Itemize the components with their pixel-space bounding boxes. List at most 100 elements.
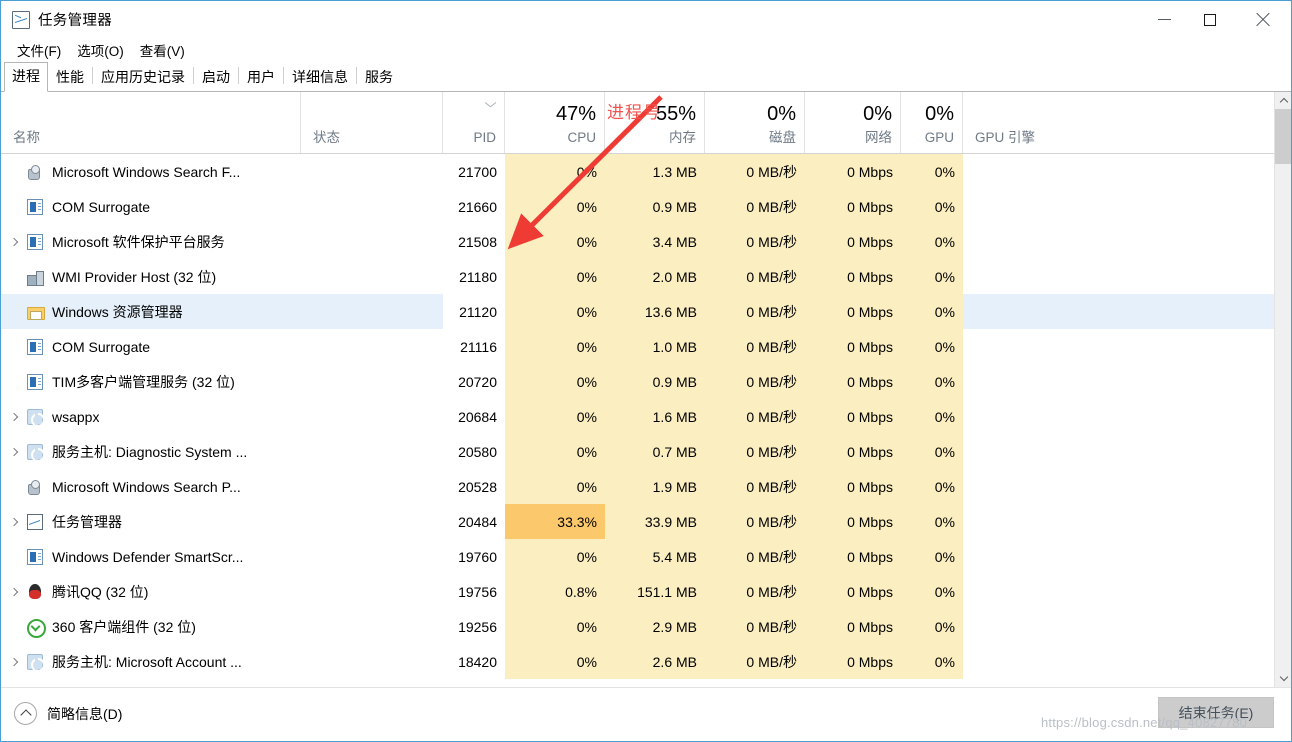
watermark-text: https://blog.csdn.net/qq_40827780: [1041, 715, 1248, 730]
column-summary-gpueng: [963, 103, 1291, 129]
expand-chevron-icon[interactable]: [1, 504, 27, 539]
menu-item-options[interactable]: 选项(O): [69, 38, 132, 62]
table-row[interactable]: Microsoft Windows Search F... 21700 0% 1.3 …: [1, 154, 1291, 189]
tab-startup[interactable]: 启动: [194, 63, 238, 92]
column-label-name: 名称: [13, 130, 40, 145]
scroll-down-arrow-icon[interactable]: [1275, 670, 1291, 687]
tab-services[interactable]: 服务: [357, 63, 401, 92]
close-button[interactable]: [1233, 1, 1291, 38]
process-name: 服务主机: Diagnostic System ...: [52, 443, 248, 460]
cell-gpu: 0%: [901, 294, 963, 329]
cell-status: [301, 644, 443, 679]
table-row[interactable]: Windows Defender SmartScr... 19760 0% 5.4 M…: [1, 539, 1291, 574]
expand-chevron-icon[interactable]: [1, 644, 27, 679]
tab-app-history[interactable]: 应用历史记录: [93, 63, 193, 92]
search-indexer-icon: [27, 479, 43, 495]
cell-name: 腾讯QQ (32 位): [1, 574, 301, 609]
cell-pid: 21120: [459, 303, 497, 320]
column-header-status[interactable]: 状态: [301, 92, 443, 153]
table-row[interactable]: wsappx 20684 0% 1.6 MB 0 MB/秒 0 Mbps 0%: [1, 399, 1291, 434]
table-row[interactable]: 360 客户端组件 (32 位) 19256 0% 2.9 MB 0 MB/秒 0 Mbp…: [1, 609, 1291, 644]
cell-gpu: 0%: [901, 539, 963, 574]
cell-cpu: 0%: [505, 539, 605, 574]
cell-pid: 20720: [458, 373, 497, 390]
tab-processes[interactable]: 进程: [4, 62, 48, 92]
table-row[interactable]: COM Surrogate 21116 0% 1.0 MB 0 MB/秒 0 Mbps 0%: [1, 329, 1291, 364]
expand-chevron-icon[interactable]: [1, 399, 27, 434]
cell-gpueng: [963, 329, 1291, 364]
cell-mem: 0.7 MB: [605, 434, 705, 469]
process-name: wsappx: [52, 408, 100, 425]
cell-net: 0 Mbps: [805, 189, 901, 224]
cell-disk: 0 MB/秒: [705, 644, 805, 679]
minimize-button[interactable]: [1141, 1, 1187, 38]
service-gear-icon: [27, 653, 45, 672]
column-header-cpu[interactable]: 47% CPU: [505, 92, 605, 153]
column-header-pid[interactable]: PID: [443, 92, 505, 153]
process-name: Microsoft Windows Search F...: [52, 163, 241, 180]
tab-details[interactable]: 详细信息: [284, 63, 356, 92]
menu-item-file[interactable]: 文件(F): [9, 38, 69, 62]
cell-disk: 0 MB/秒: [705, 294, 805, 329]
column-header-mem[interactable]: 55% 内存: [605, 92, 705, 153]
table-row[interactable]: 服务主机: Diagnostic System ... 20580 0% 0.7 MB…: [1, 434, 1291, 469]
cell-cpu: 0%: [505, 224, 605, 259]
cell-pid: 20580: [458, 443, 497, 460]
cell-gpu: 0%: [901, 364, 963, 399]
cell-mem: 0.9 MB: [605, 364, 705, 399]
cell-net: 0 Mbps: [805, 259, 901, 294]
column-header-disk[interactable]: 0% 磁盘: [705, 92, 805, 153]
process-name: 服务主机: Microsoft Account ...: [52, 653, 242, 670]
cell-gpueng: [963, 609, 1291, 644]
expand-chevron-icon[interactable]: [1, 224, 27, 259]
table-row[interactable]: Microsoft Windows Search P... 20528 0% 1.9 …: [1, 469, 1291, 504]
scroll-up-arrow-icon[interactable]: [1275, 92, 1291, 109]
cell-gpu: 0%: [901, 224, 963, 259]
cell-name: COM Surrogate: [1, 189, 301, 224]
scrollbar-thumb[interactable]: [1275, 109, 1291, 164]
table-row[interactable]: COM Surrogate 21660 0% 0.9 MB 0 MB/秒 0 Mbps 0%: [1, 189, 1291, 224]
column-header-net[interactable]: 0% 网络: [805, 92, 901, 153]
cell-mem: 33.9 MB: [605, 504, 705, 539]
cell-net: 0 Mbps: [805, 294, 901, 329]
cell-gpueng: [963, 259, 1291, 294]
cell-status: [301, 329, 443, 364]
cell-status: [301, 259, 443, 294]
column-label-mem: 内存: [669, 130, 696, 145]
cell-mem: 0.9 MB: [605, 189, 705, 224]
table-row[interactable]: 任务管理器 20484 33.3% 33.9 MB 0 MB/秒 0 Mbps 0%: [1, 504, 1291, 539]
expander-spacer: [1, 259, 27, 294]
table-row[interactable]: 服务主机: Microsoft Account ... 18420 0% 2.6 MB…: [1, 644, 1291, 679]
cell-pid: 21508: [458, 233, 497, 250]
table-row[interactable]: WMI Provider Host (32 位) 21180 0% 2.0 MB 0 M…: [1, 259, 1291, 294]
vertical-scrollbar[interactable]: [1274, 92, 1291, 687]
fewer-details-button[interactable]: 简略信息(D): [14, 702, 122, 725]
table-row[interactable]: Windows 资源管理器 21120 0% 13.6 MB 0 MB/秒 0 Mbps 0…: [1, 294, 1291, 329]
table-row[interactable]: TIM多客户端管理服务 (32 位) 20720 0% 0.9 MB 0 MB/秒 0 M…: [1, 364, 1291, 399]
footer-bar: 简略信息(D) 结束任务(E): [1, 687, 1291, 739]
column-summary-net: 0%: [863, 103, 892, 125]
qq-penguin-icon: [27, 583, 43, 600]
cell-pid: 20484: [458, 513, 497, 530]
maximize-button[interactable]: [1187, 1, 1233, 38]
table-row[interactable]: 腾讯QQ (32 位) 19756 0.8% 151.1 MB 0 MB/秒 0 Mbps…: [1, 574, 1291, 609]
column-header-gpu[interactable]: 0% GPU: [901, 92, 963, 153]
column-header-row: 名称 状态 PID 47% CPU 55% 内存 0% 磁盘 0% 网络 0% GPU GPU 引擎: [1, 92, 1291, 154]
column-header-gpueng[interactable]: GPU 引擎: [963, 92, 1291, 153]
cell-name: 服务主机: Microsoft Account ...: [1, 644, 301, 679]
cell-disk: 0 MB/秒: [705, 259, 805, 294]
task-manager-icon: [27, 513, 43, 530]
tab-performance[interactable]: 性能: [48, 63, 92, 92]
process-name: Windows Defender SmartScr...: [52, 548, 244, 565]
expand-chevron-icon[interactable]: [1, 574, 27, 609]
table-row[interactable]: Microsoft 软件保护平台服务 21508 0% 3.4 MB 0 MB/秒 0 M…: [1, 224, 1291, 259]
process-list: Microsoft Windows Search F... 21700 0% 1.3 …: [1, 154, 1291, 686]
cell-gpueng: [963, 574, 1291, 609]
menu-item-view[interactable]: 查看(V): [132, 38, 193, 62]
cell-cpu: 33.3%: [505, 504, 605, 539]
cell-pid: 19256: [458, 618, 497, 635]
expand-chevron-icon[interactable]: [1, 434, 27, 469]
tab-users[interactable]: 用户: [239, 63, 283, 92]
column-header-name[interactable]: 名称: [1, 92, 301, 153]
window-app-icon: [27, 338, 43, 355]
